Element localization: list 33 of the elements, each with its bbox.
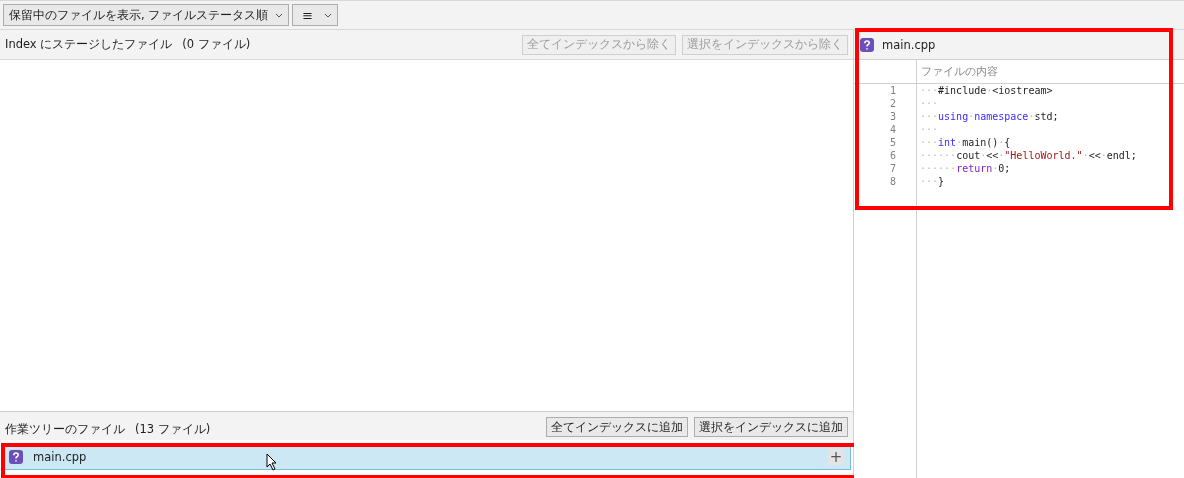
column-header: ファイルの内容 [917,60,1184,84]
line-number: 3 [888,110,897,123]
line-number: 7 [888,162,897,175]
unknown-status-icon [860,37,874,52]
index-button[interactable]: 全てインデックスに追加 [546,417,688,437]
line-number: 2 [888,97,897,110]
section-title: Index にステージしたファイル [5,37,173,52]
chevron-icon [324,12,333,18]
code-line: ···} [919,175,946,188]
code-line: ······return·0; [919,162,1012,175]
chevron-icon [275,12,284,18]
stage-button[interactable]: + [828,449,844,465]
section-title: 作業ツリーのファイル [5,422,125,437]
file-count: (0 ファイル) [182,37,251,52]
code-line: ··· [919,123,940,136]
code-line: ···#include·<iostream> [919,84,1054,97]
line-number: 6 [888,149,897,162]
code-line: ···int·main()·{ [919,136,1012,149]
line-number: 5 [888,136,897,149]
index-button[interactable]: 選択をインデックスに追加 [694,417,848,437]
mouse-cursor-icon [266,453,278,471]
code-line: ··· [919,97,940,110]
file-count: (13 ファイル) [135,422,211,437]
view-dropdown[interactable]: 保留中のファイルを表示, ファイルステータス順 [3,4,290,26]
unknown-status-icon [9,450,23,464]
menu-button[interactable]: ≡ [292,4,339,26]
code-line: ···using·namespace·std; [919,110,1060,123]
line-number: 1 [888,84,897,97]
file-name: main.cpp [33,450,87,464]
code-line: ······cout·<<·"HelloWorld."·<<·endl; [919,149,1138,162]
line-number: 8 [888,175,897,188]
file-name: main.cpp [882,37,936,52]
line-number: 4 [888,123,897,136]
